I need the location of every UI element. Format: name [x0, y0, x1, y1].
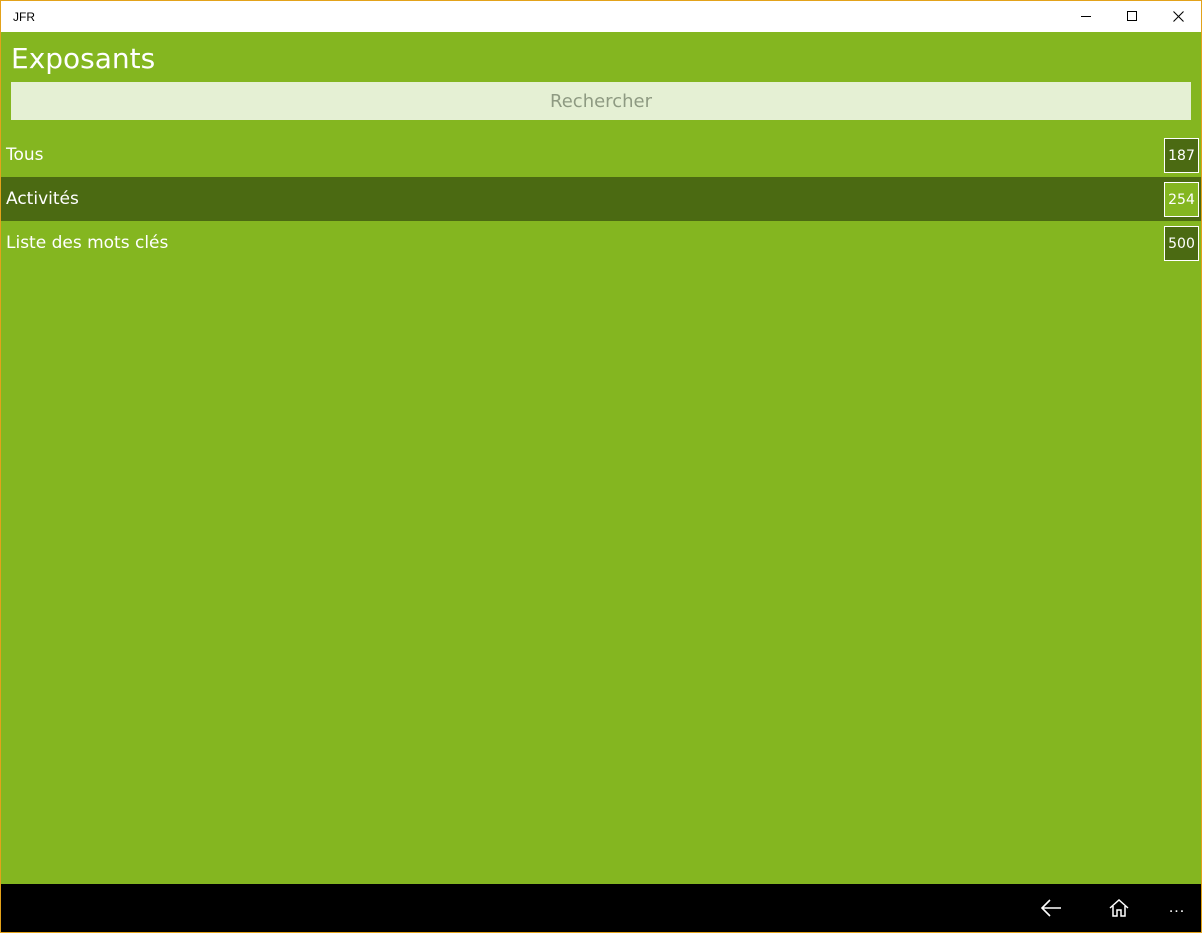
count-badge: 254 — [1164, 182, 1199, 217]
more-options-button[interactable]: ... — [1147, 884, 1201, 932]
page-title: Exposants — [11, 42, 156, 75]
count-badge: 187 — [1164, 138, 1199, 173]
window-title: JFR — [13, 10, 35, 24]
more-icon: ... — [1168, 899, 1186, 916]
arrow-left-icon — [1040, 899, 1061, 917]
search-box[interactable] — [11, 82, 1191, 120]
list-item-label: Liste des mots clés — [6, 233, 169, 253]
title-bar[interactable]: JFR — [1, 1, 1201, 32]
list-item-mots-cles[interactable]: Liste des mots clés 500 — [1, 221, 1201, 265]
maximize-button[interactable] — [1109, 1, 1155, 32]
back-button[interactable] — [1021, 884, 1081, 932]
list-item-activites[interactable]: Activités 254 — [1, 177, 1201, 221]
app-window: JFR Exposants Tous 187 Activités 254 Li — [0, 0, 1202, 933]
close-button[interactable] — [1155, 1, 1201, 32]
app-bar: ... — [1, 884, 1201, 932]
category-list: Tous 187 Activités 254 Liste des mots cl… — [1, 133, 1201, 265]
minimize-icon — [1080, 16, 1091, 17]
list-item-tous[interactable]: Tous 187 — [1, 133, 1201, 177]
maximize-icon — [1126, 11, 1137, 21]
home-icon — [1109, 899, 1129, 917]
main-content: Exposants Tous 187 Activités 254 Liste d… — [1, 32, 1201, 884]
minimize-button[interactable] — [1063, 1, 1109, 32]
search-input[interactable] — [11, 82, 1191, 120]
home-button[interactable] — [1089, 884, 1149, 932]
close-icon — [1172, 11, 1184, 22]
count-badge: 500 — [1164, 226, 1199, 261]
list-item-label: Activités — [6, 189, 79, 209]
list-item-label: Tous — [6, 145, 44, 165]
